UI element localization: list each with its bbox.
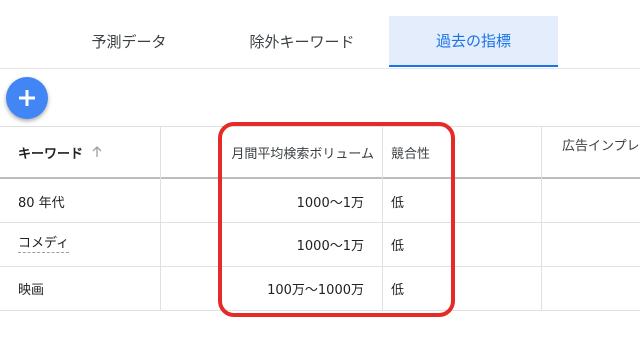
header-volume[interactable]: 月間平均検索ボリューム — [222, 140, 374, 164]
plus-icon — [19, 90, 35, 106]
header-impressions-label: 広告インプレ — [562, 138, 640, 154]
header-keyword[interactable]: キーワード — [18, 140, 103, 164]
tab-forecast[interactable]: 予測データ — [60, 16, 198, 67]
keyword-text: 80 年代 — [18, 195, 65, 211]
keyword-table: キーワード 月間平均検索ボリューム 競合性 広告インプレ 80 年代 1000～… — [0, 126, 640, 312]
volume-text: 100万～1000万 — [267, 282, 364, 298]
tab-negative-keywords-label: 除外キーワード — [249, 33, 355, 51]
row-2-keyword[interactable]: コメディ — [18, 233, 70, 255]
row-2-competition: 低 — [391, 233, 404, 255]
row-3-competition: 低 — [391, 277, 404, 299]
tab-negative-keywords[interactable]: 除外キーワード — [224, 16, 380, 67]
add-button[interactable] — [6, 77, 48, 119]
row-1-volume: 1000～1万 — [222, 190, 364, 212]
tab-bar: 予測データ 除外キーワード 過去の指標 — [0, 0, 640, 69]
row-3-volume: 100万～1000万 — [222, 277, 364, 299]
header-divider — [0, 177, 640, 179]
tab-forecast-label: 予測データ — [91, 33, 167, 51]
row-divider — [0, 222, 640, 223]
header-keyword-label: キーワード — [18, 146, 84, 162]
keyword-text[interactable]: コメディ — [18, 236, 70, 253]
header-competition-label: 競合性 — [391, 146, 431, 162]
column-divider — [160, 126, 161, 311]
row-1-competition: 低 — [391, 190, 404, 212]
competition-text: 低 — [391, 238, 405, 254]
row-2-volume: 1000～1万 — [222, 233, 364, 255]
row-1-keyword: 80 年代 — [18, 190, 65, 212]
tab-historical-metrics-label: 過去の指標 — [435, 32, 511, 50]
volume-text: 1000～1万 — [296, 195, 364, 211]
competition-text: 低 — [391, 282, 405, 298]
header-competition[interactable]: 競合性 — [391, 140, 430, 164]
table-bottom-border — [0, 310, 640, 311]
tab-historical-metrics[interactable]: 過去の指標 — [389, 16, 558, 67]
arrow-up-icon[interactable] — [91, 146, 103, 158]
header-volume-label: 月間平均検索ボリューム — [231, 146, 374, 162]
table-top-border — [0, 126, 640, 127]
column-divider — [541, 126, 542, 311]
keyword-text: 映画 — [18, 282, 45, 298]
competition-text: 低 — [391, 195, 405, 211]
volume-text: 1000～1万 — [296, 238, 364, 254]
row-divider — [0, 266, 640, 267]
row-3-keyword: 映画 — [18, 277, 44, 299]
column-divider — [382, 126, 383, 311]
header-impressions[interactable]: 広告インプレ — [562, 134, 640, 154]
